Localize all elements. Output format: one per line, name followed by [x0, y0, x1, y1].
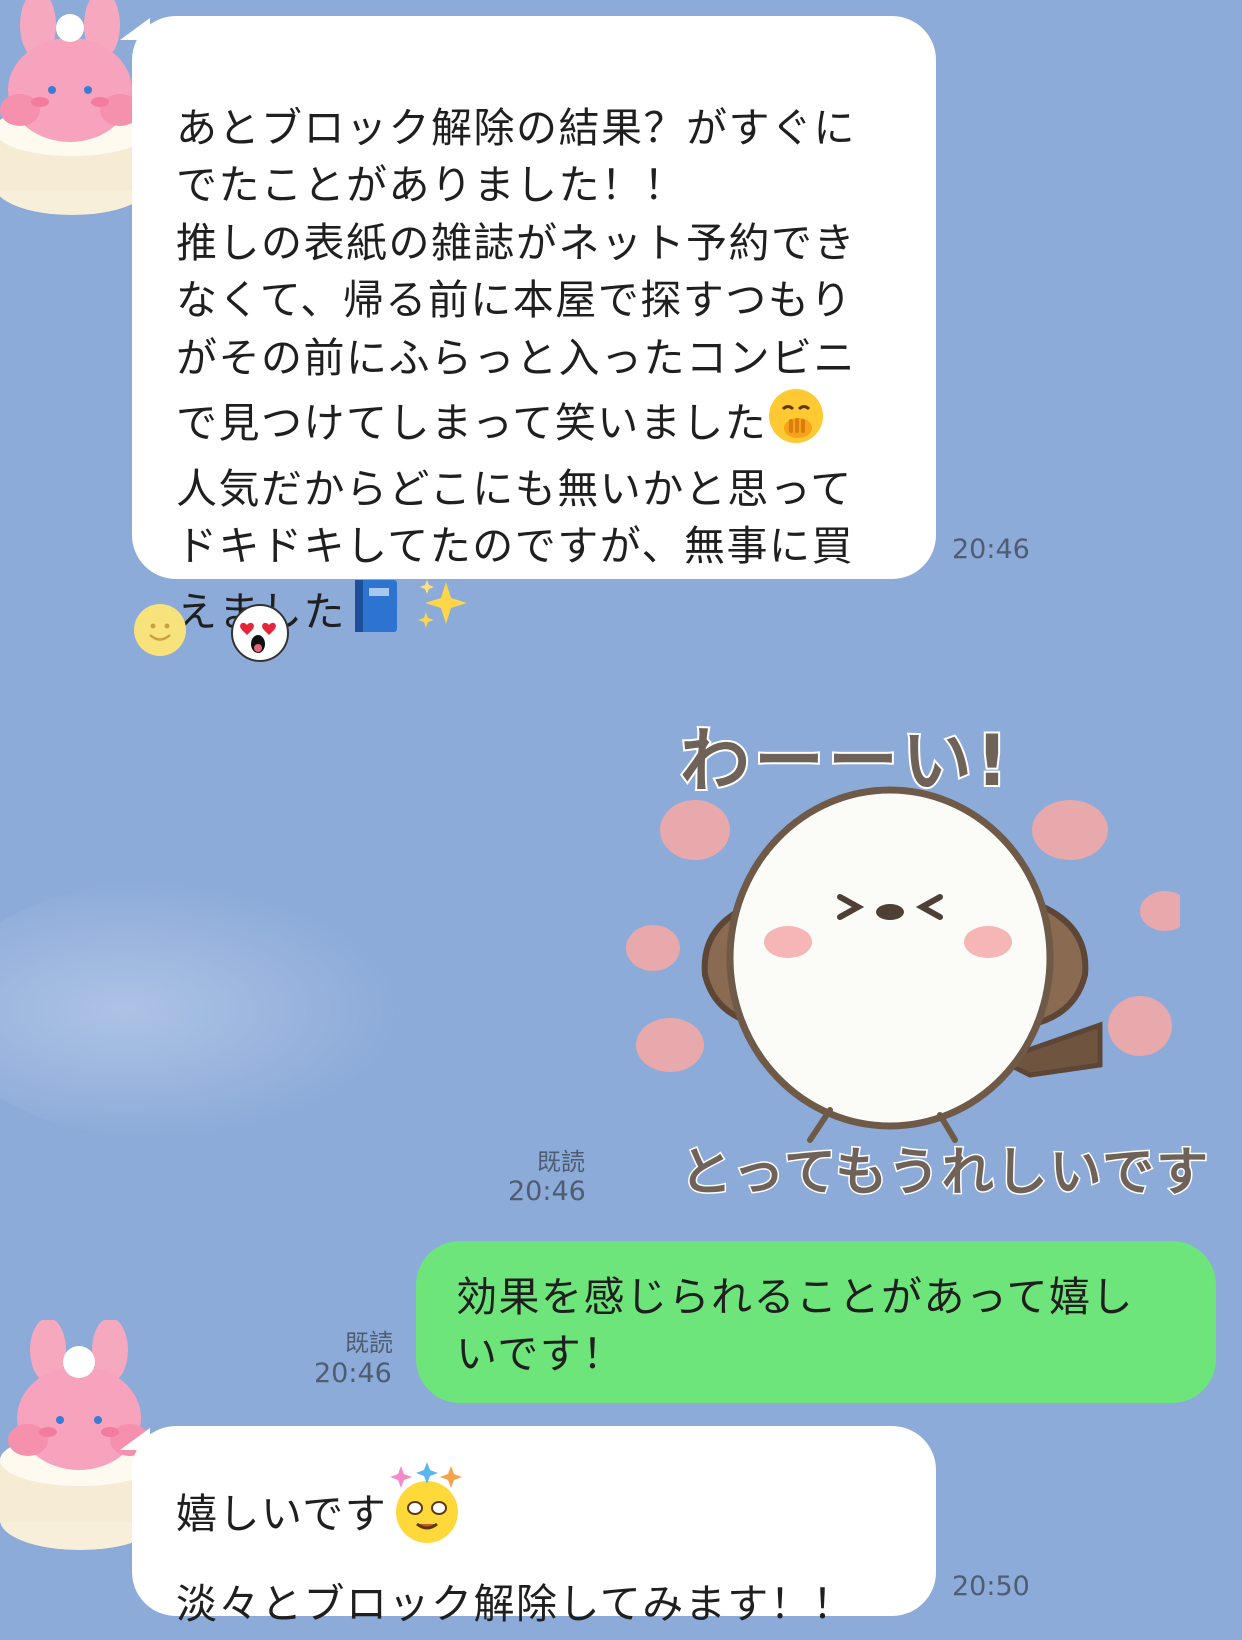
message-line: でたことがありました！！	[176, 161, 686, 209]
message-time: 20:50	[952, 1571, 1030, 1602]
message-line: 淡々とブロック解除してみます！！	[176, 1580, 855, 1628]
sticker-text-top: わーーい!	[678, 718, 1012, 804]
sticker-text-bottom: とってもうれしいです	[679, 1142, 1211, 1205]
bird-sticker[interactable]: わーーい! とってもうれしいです	[620, 705, 1210, 1205]
read-receipt: 既読	[345, 1329, 393, 1357]
heart-eyes-reaction-icon[interactable]	[231, 604, 289, 662]
outgoing-message-bubble[interactable]: 効果を感じられることがあって嬉し いです！	[416, 1241, 1216, 1403]
message-line: 効果を感じられることがあって嬉し	[456, 1273, 1134, 1321]
sparkles-emoji-icon	[414, 576, 472, 650]
smile-reaction-icon[interactable]	[134, 604, 186, 656]
blue-book-emoji-icon	[352, 578, 402, 650]
starry-eyed-emoji-icon	[387, 1462, 469, 1568]
read-receipt: 既読	[537, 1148, 585, 1176]
message-line: 嬉しいです	[176, 1490, 388, 1538]
background-cloud	[0, 880, 400, 1140]
message-line: 人気だからどこにも無いかと思って	[176, 464, 853, 513]
message-line: がその前にふらっと入ったコンビニ	[176, 333, 856, 382]
message-time: 20:46	[508, 1176, 586, 1207]
message-time: 20:46	[314, 1358, 392, 1389]
hand-over-mouth-emoji-icon	[767, 387, 825, 461]
message-line: 推しの表紙の雑誌がネット予約でき	[176, 218, 856, 267]
message-line: なくて、帰る前に本屋で探すつもり	[176, 276, 853, 324]
message-line: で見つけてしまって笑いました	[176, 399, 768, 447]
incoming-message-bubble[interactable]: 嬉しいです 淡々とブロック解除してみます！！	[132, 1426, 936, 1628]
message-line: いです！	[456, 1330, 625, 1378]
incoming-message-bubble[interactable]: あとブロック解除の結果？がすぐに でたことがありました！！ 推しの表紙の雑誌がネ…	[132, 16, 936, 636]
message-line: あとブロック解除の結果？がすぐに	[176, 103, 856, 152]
message-time: 20:46	[952, 534, 1030, 565]
message-line: ドキドキしてたのですが、無事に買	[176, 522, 854, 570]
